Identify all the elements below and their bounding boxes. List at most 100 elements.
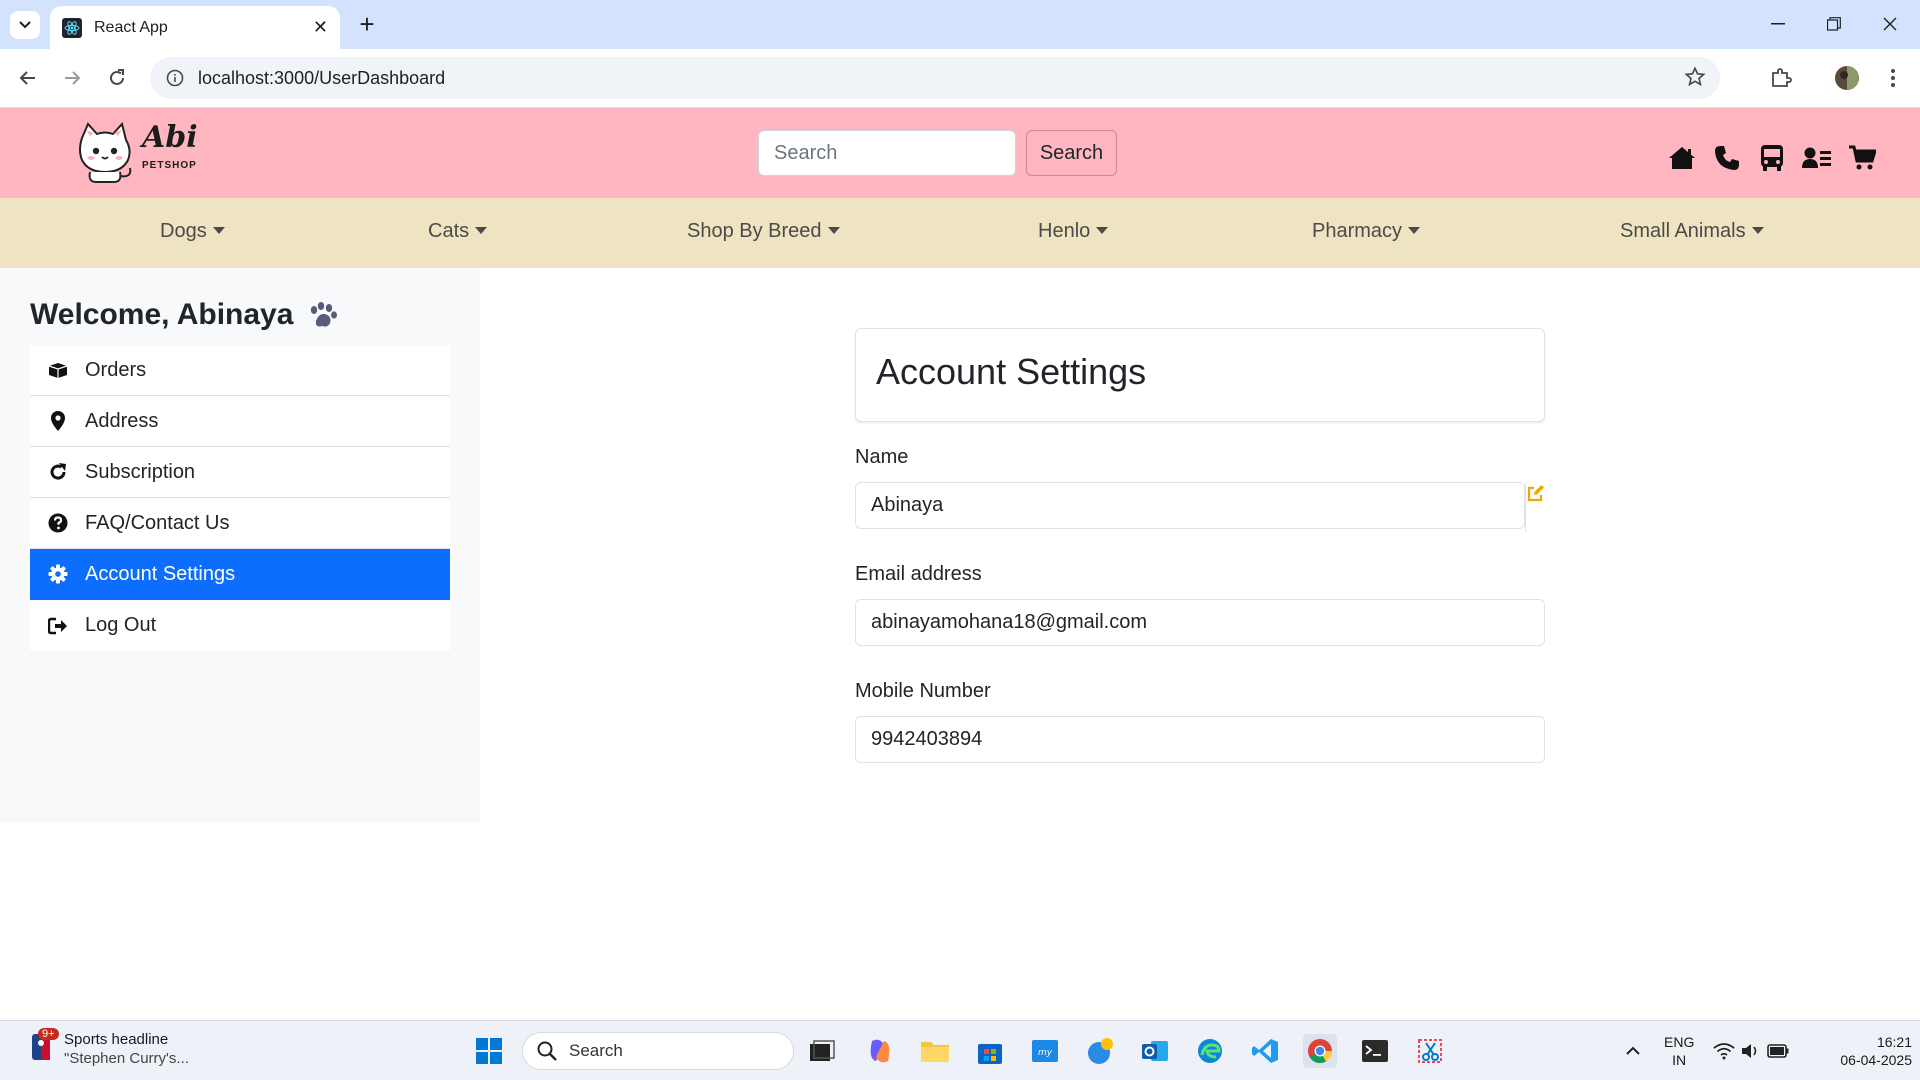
terminal-button[interactable] [1358, 1034, 1392, 1068]
close-window-button[interactable] [1862, 8, 1918, 40]
logout-icon [48, 616, 68, 636]
edge-button[interactable] [1193, 1034, 1227, 1068]
mobile-label: Mobile Number [855, 680, 991, 702]
react-icon [62, 17, 82, 38]
gear-icon [48, 564, 68, 584]
url-text: localhost:3000/UserDashboard [198, 67, 446, 88]
outlook-button[interactable] [1138, 1034, 1172, 1068]
welcome-text: Welcome, Abinaya [30, 298, 294, 331]
sidebar-item-address[interactable]: Address [30, 396, 450, 447]
paw-icon [311, 302, 338, 327]
nav-cats[interactable]: Cats [428, 220, 488, 243]
sidebar-item-account-settings[interactable]: Account Settings [30, 549, 450, 600]
mobile-field[interactable] [855, 716, 1545, 763]
language-indicator[interactable]: ENG IN [1664, 1033, 1694, 1069]
email-label: Email address [855, 563, 982, 585]
logo-subtitle: PETSHOP [142, 160, 197, 171]
nav-pharmacy[interactable]: Pharmacy [1312, 220, 1421, 243]
sidebar-item-label: Address [85, 409, 159, 432]
caret-down-icon [212, 227, 225, 234]
nav-label: Cats [428, 220, 470, 242]
vscode-button[interactable] [1248, 1034, 1282, 1068]
language-code: ENG [1664, 1034, 1695, 1050]
forward-button[interactable] [57, 63, 87, 93]
start-button[interactable] [472, 1034, 506, 1068]
taskbar-search-text: Search [569, 1041, 623, 1060]
minimize-button[interactable] [1750, 8, 1806, 40]
name-label: Name [855, 446, 909, 468]
browser-menu-button[interactable] [1878, 63, 1908, 93]
snipping-tool-button[interactable] [1413, 1034, 1447, 1068]
task-view-icon [810, 1040, 835, 1061]
edit-icon [1527, 485, 1544, 502]
home-icon[interactable] [1667, 144, 1697, 172]
reload-button[interactable] [102, 63, 132, 93]
vscode-icon [1252, 1039, 1278, 1063]
nav-shop-by-breed[interactable]: Shop By Breed [687, 220, 840, 243]
bus-icon[interactable] [1757, 144, 1787, 172]
search-input[interactable] [758, 130, 1016, 176]
clock-date: 06-04-2025 [1840, 1052, 1912, 1068]
store-icon [978, 1044, 1002, 1064]
info-icon[interactable] [166, 69, 184, 87]
edit-name-button[interactable] [1525, 482, 1545, 532]
news-badge: 9+ [38, 1028, 59, 1040]
sidebar-item-subscription[interactable]: Subscription [30, 447, 450, 498]
svg-text:my: my [1038, 1048, 1053, 1058]
logo[interactable]: Abi PETSHOP [72, 118, 212, 188]
tab-search-button[interactable] [10, 11, 40, 39]
terminal-icon [1362, 1040, 1388, 1062]
sidebar-item-orders[interactable]: Orders [30, 345, 450, 396]
tab-close-icon[interactable]: ✕ [313, 17, 328, 38]
back-button[interactable] [13, 63, 43, 93]
mysql-button[interactable]: my [1028, 1034, 1062, 1068]
task-view-button[interactable] [805, 1034, 839, 1068]
profile-avatar[interactable] [1832, 63, 1862, 93]
sidebar-item-faq[interactable]: FAQ/Contact Us [30, 498, 450, 549]
language-region: IN [1672, 1052, 1687, 1068]
browser-tab[interactable]: React App ✕ [50, 6, 340, 49]
sidebar-item-label: Account Settings [85, 562, 236, 585]
page-title: Account Settings [876, 351, 1147, 392]
nav-label: Shop By Breed [687, 220, 822, 242]
minimize-icon [1771, 23, 1785, 25]
nav-small-animals[interactable]: Small Animals [1620, 220, 1764, 243]
search-button[interactable]: Search [1026, 130, 1117, 176]
browser-toolbar: localhost:3000/UserDashboard [0, 49, 1920, 108]
clock[interactable]: 16:21 06-04-2025 [1812, 1033, 1912, 1069]
copilot-button[interactable] [863, 1034, 897, 1068]
sidebar-item-label: FAQ/Contact Us [85, 511, 230, 534]
store-button[interactable] [973, 1034, 1007, 1068]
edge-dev-button[interactable] [1083, 1034, 1117, 1068]
outlook-icon [1142, 1041, 1168, 1061]
system-tray[interactable] [1712, 1034, 1790, 1068]
caret-down-icon [827, 227, 840, 234]
phone-icon[interactable] [1712, 144, 1742, 172]
nav-dogs[interactable]: Dogs [160, 220, 225, 243]
email-field[interactable] [855, 599, 1545, 646]
sidebar-item-logout[interactable]: Log Out [30, 600, 450, 651]
chrome-button[interactable] [1303, 1034, 1337, 1068]
user-list-icon[interactable] [1802, 144, 1832, 172]
category-nav: Dogs Cats Shop By Breed Henlo Pharmacy S… [0, 198, 1920, 268]
address-bar[interactable]: localhost:3000/UserDashboard [150, 57, 1720, 99]
cart-icon[interactable] [1847, 144, 1877, 172]
show-hidden-icons-button[interactable] [1616, 1034, 1650, 1068]
tab-title: React App [94, 18, 168, 36]
nav-henlo[interactable]: Henlo [1038, 220, 1109, 243]
file-explorer-button[interactable] [918, 1034, 952, 1068]
nav-label: Small Animals [1620, 220, 1746, 242]
nav-label: Dogs [160, 220, 207, 242]
caret-down-icon [1096, 227, 1109, 234]
news-widget[interactable]: 9+ Sports headline "Stephen Curry's... [30, 1028, 189, 1068]
edge-dev-icon [1088, 1038, 1113, 1064]
snipping-tool-icon [1418, 1039, 1442, 1063]
extensions-button[interactable] [1766, 63, 1796, 93]
taskbar-search[interactable]: Search [522, 1032, 794, 1070]
restore-button[interactable] [1806, 8, 1862, 40]
name-field[interactable] [855, 482, 1525, 529]
new-tab-button[interactable]: + [352, 9, 382, 39]
clock-time: 16:21 [1876, 1034, 1912, 1050]
arrow-right-icon [65, 71, 81, 85]
star-icon[interactable] [1684, 66, 1706, 88]
